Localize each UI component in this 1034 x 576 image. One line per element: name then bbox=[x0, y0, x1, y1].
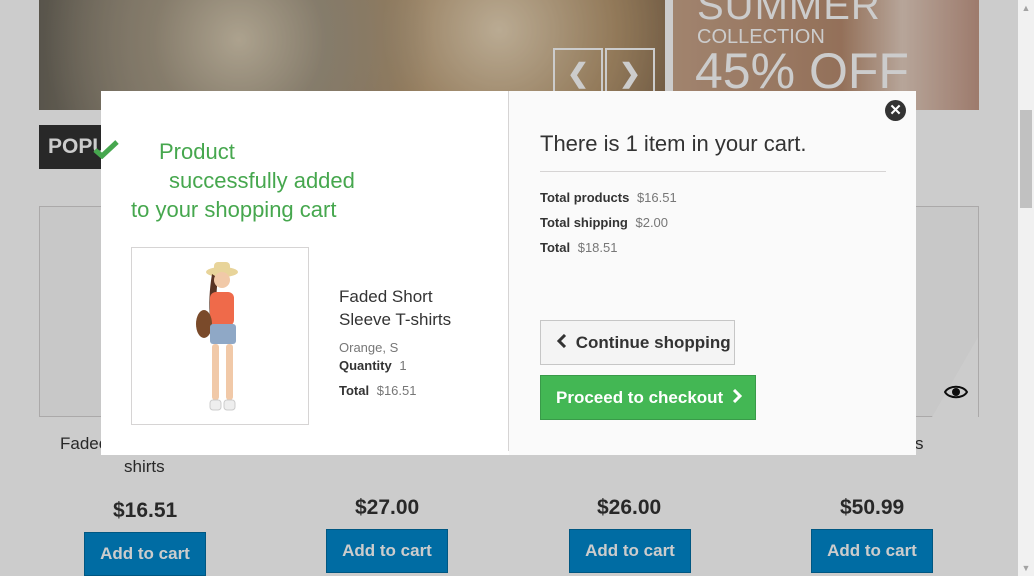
close-icon[interactable]: ✕ bbox=[885, 100, 906, 121]
success-message: Product successfully added to your shopp… bbox=[93, 137, 391, 224]
success-text-line2: successfully added bbox=[169, 168, 355, 193]
total-products-value: $16.51 bbox=[636, 190, 677, 205]
total-shipping-value: $2.00 bbox=[635, 215, 669, 230]
proceed-to-checkout-button[interactable]: Proceed to checkout bbox=[540, 375, 756, 420]
check-icon bbox=[93, 137, 159, 166]
continue-shopping-button[interactable]: Continue shopping bbox=[540, 320, 735, 365]
quantity-label: Quantity bbox=[339, 358, 392, 373]
cart-item-name: Faded Short Sleeve T-shirts bbox=[339, 287, 452, 329]
total-value: $18.51 bbox=[577, 240, 618, 255]
quantity-value: 1 bbox=[399, 358, 407, 373]
chevron-right-icon bbox=[732, 388, 743, 407]
scroll-down-arrow-icon[interactable]: ▼ bbox=[1018, 560, 1034, 576]
total-label: Total bbox=[540, 240, 571, 255]
page-scrollbar[interactable]: ▲ ▼ bbox=[1018, 0, 1034, 576]
continue-shopping-label: Continue shopping bbox=[575, 333, 731, 352]
product-image bbox=[131, 247, 309, 425]
success-text-line3: to your shopping cart bbox=[131, 197, 337, 222]
total-shipping-label: Total shipping bbox=[540, 215, 628, 230]
scroll-thumb[interactable] bbox=[1020, 110, 1032, 208]
cart-item-attributes: Orange, S bbox=[339, 340, 399, 355]
add-to-cart-modal: Product successfully added to your shopp… bbox=[93, 91, 916, 455]
summary-total-products: Total products $16.51 bbox=[540, 190, 677, 205]
cart-item-total: Total $16.51 bbox=[339, 383, 416, 398]
cart-count-heading: There is 1 item in your cart. bbox=[540, 131, 886, 172]
checkout-label: Proceed to checkout bbox=[556, 388, 724, 407]
cart-item-quantity: Quantity 1 bbox=[339, 358, 407, 373]
success-text-line1: Product bbox=[159, 139, 235, 164]
item-total-value: $16.51 bbox=[376, 383, 417, 398]
modal-product-panel: Product successfully added to your shopp… bbox=[93, 91, 508, 455]
modal-cart-panel: There is 1 item in your cart. Total prod… bbox=[509, 91, 916, 455]
summary-total: Total $18.51 bbox=[540, 240, 617, 255]
total-products-label: Total products bbox=[540, 190, 630, 205]
scroll-up-arrow-icon[interactable]: ▲ bbox=[1018, 0, 1034, 16]
chevron-left-icon bbox=[556, 333, 572, 352]
item-total-label: Total bbox=[339, 383, 370, 398]
summary-total-shipping: Total shipping $2.00 bbox=[540, 215, 668, 230]
